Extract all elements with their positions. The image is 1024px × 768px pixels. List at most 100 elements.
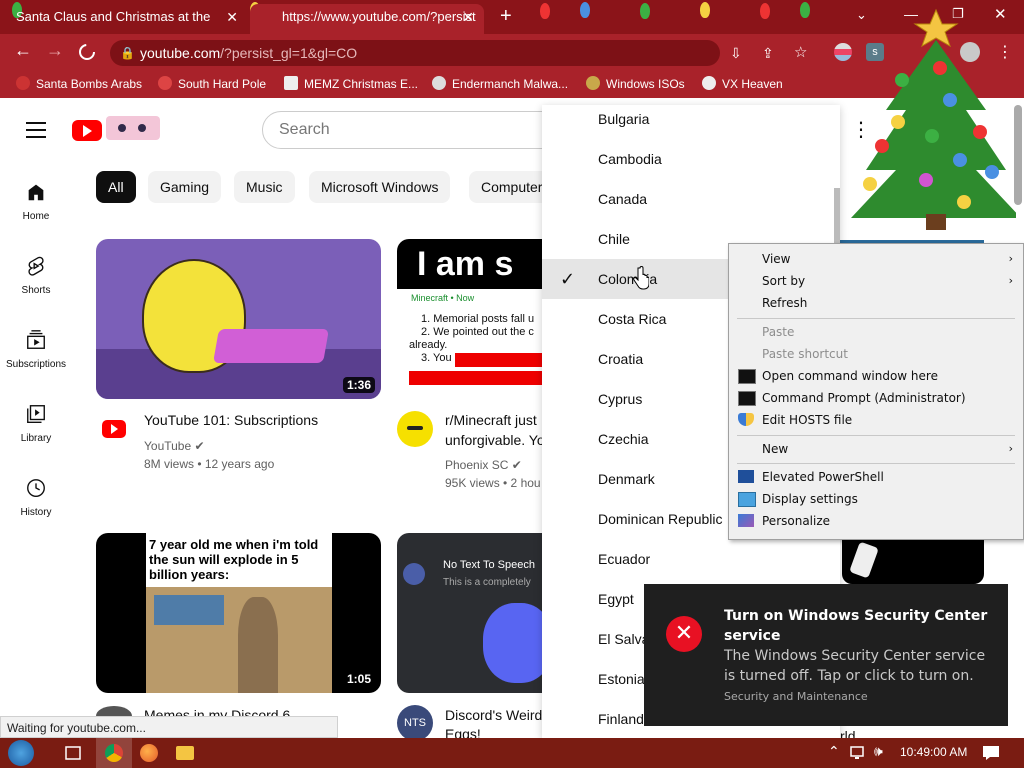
thumbnail-classroom — [146, 587, 332, 693]
channel-name[interactable]: Phoenix SC ✔ — [445, 456, 522, 474]
channel-avatar[interactable] — [102, 420, 126, 438]
menu-item-paste-shortcut[interactable]: Paste shortcut — [729, 343, 1023, 365]
video-thumbnail[interactable]: 1:36 — [96, 239, 381, 399]
youtube-logo-icon[interactable] — [72, 120, 102, 141]
menu-item-label: Command Prompt (Administrator) — [762, 391, 966, 405]
menu-item-elevated-powershell[interactable]: Elevated PowerShell — [729, 466, 1023, 488]
tab-title: https://www.youtube.com/?persist — [282, 9, 476, 24]
bookmark-star-icon[interactable]: ☆ — [794, 40, 807, 66]
desktop-context-menu[interactable]: View › Sort by › Refresh Paste Paste short… — [728, 243, 1024, 540]
cmd-icon — [738, 391, 756, 406]
lock-icon[interactable]: 🔒 — [120, 40, 135, 66]
bookmark-icon — [284, 76, 298, 90]
task-view-icon[interactable] — [58, 742, 88, 764]
chip-microsoft-windows[interactable]: Microsoft Windows — [309, 171, 451, 203]
shorts-icon — [28, 256, 44, 276]
shield-icon — [738, 413, 754, 426]
bookmark-south-hard-pole[interactable]: South Hard Pole — [158, 76, 266, 91]
country-option[interactable]: Ecuador — [542, 539, 840, 579]
show-hidden-icons-icon[interactable]: ⌃ — [828, 743, 840, 760]
url-host: youtube.com — [140, 45, 221, 61]
submenu-arrow-icon: › — [1008, 442, 1013, 455]
menu-item-view[interactable]: View › — [729, 248, 1023, 270]
nav-history[interactable]: History — [0, 477, 72, 518]
menu-item-refresh[interactable]: Refresh — [729, 292, 1023, 314]
menu-item-display-settings[interactable]: Display settings — [729, 488, 1023, 510]
nav-label: Shorts — [21, 285, 51, 296]
chrome-icon — [105, 744, 123, 762]
nav-label: History — [20, 507, 52, 518]
firefox-icon[interactable] — [140, 744, 158, 762]
channel-name[interactable]: YouTube ✔ — [144, 437, 205, 455]
close-tab-icon[interactable]: ✕ — [462, 4, 474, 30]
menu-item-sort-by[interactable]: Sort by › — [729, 270, 1023, 292]
bookmark-windows-isos[interactable]: Windows ISOs — [586, 76, 685, 91]
address-bar[interactable]: 🔒 youtube.com/?persist_gl=1&gl=CO ⇩ ⇪ ☆ — [110, 40, 807, 66]
menu-item-paste[interactable]: Paste — [729, 321, 1023, 343]
menu-item-edit-hosts[interactable]: Edit HOSTS file — [729, 409, 1023, 431]
back-button[interactable]: ← — [14, 40, 32, 61]
taskbar-chrome-active[interactable] — [96, 738, 132, 768]
country-option[interactable]: Cambodia — [542, 139, 840, 179]
channel-avatar[interactable]: NTS — [397, 705, 433, 741]
forward-button[interactable]: → — [46, 40, 64, 61]
file-explorer-icon[interactable] — [176, 746, 194, 760]
menu-item-new[interactable]: New › — [729, 438, 1023, 460]
chip-gaming[interactable]: Gaming — [148, 171, 222, 203]
video-title[interactable]: r/Minecraft just — [445, 410, 537, 430]
video-thumbnail[interactable]: 7 year old me when i'm told the sun will… — [96, 533, 381, 693]
thumbnail-sub: This is a completely — [443, 577, 531, 588]
cmd-icon — [738, 369, 756, 384]
nav-library[interactable]: Library — [0, 403, 72, 444]
share-icon[interactable]: ⇪ — [762, 40, 774, 66]
video-title-line2[interactable]: unforgivable. Yo — [445, 430, 545, 450]
thumbnail-keyboard — [213, 329, 329, 363]
channel-avatar[interactable] — [397, 411, 433, 447]
stop-loading-icon[interactable] — [78, 43, 96, 61]
nav-label: Subscriptions — [5, 359, 67, 370]
start-button-icon[interactable] — [8, 740, 34, 766]
country-option[interactable]: Bulgaria — [542, 105, 840, 139]
video-title[interactable]: Discord's Weird — [445, 705, 542, 725]
menu-item-open-command-window[interactable]: Open command window here — [729, 365, 1023, 387]
video-thumbnail[interactable]: No Text To Speech This is a completely — [397, 533, 543, 693]
nav-shorts[interactable]: Shorts — [0, 255, 72, 296]
search-input[interactable]: Search — [262, 111, 552, 149]
partial-thumbnail[interactable] — [842, 538, 984, 584]
security-notification-toast[interactable]: ✕ Turn on Windows Security Center servic… — [644, 584, 1008, 726]
close-tab-icon[interactable]: ✕ — [226, 4, 238, 30]
action-center-icon[interactable] — [982, 745, 1000, 761]
thumbnail-redbar — [455, 353, 543, 367]
thumbnail-line: 3. You — [421, 352, 452, 364]
submenu-arrow-icon: › — [1008, 252, 1013, 265]
tab-youtube[interactable]: https://www.youtube.com/?persist ✕ — [250, 4, 484, 34]
volume-icon[interactable]: 🕪 — [874, 743, 883, 760]
chip-music[interactable]: Music — [234, 171, 295, 203]
thumbnail-text: 7 year old me when i'm told the sun will… — [149, 537, 319, 582]
menu-item-command-prompt-admin[interactable]: Command Prompt (Administrator) — [729, 387, 1023, 409]
network-icon[interactable] — [850, 745, 868, 761]
video-meta: 95K views • 2 hou — [445, 476, 541, 490]
bookmark-endermanch[interactable]: Endermanch Malwa... — [432, 76, 568, 91]
menu-item-personalize[interactable]: Personalize — [729, 510, 1023, 532]
bookmark-memz[interactable]: MEMZ Christmas E... — [284, 76, 418, 91]
menu-item-label: Paste shortcut — [762, 347, 848, 361]
nav-subscriptions[interactable]: Subscriptions — [0, 329, 72, 370]
hand-cursor-icon — [633, 266, 649, 290]
install-app-icon[interactable]: ⇩ — [730, 40, 742, 66]
bookmark-vx-heaven[interactable]: VX Heaven — [702, 76, 783, 91]
bookmark-santa-bombs[interactable]: Santa Bombs Arabs — [16, 76, 142, 91]
chip-all[interactable]: All — [96, 171, 136, 203]
new-tab-button[interactable]: + — [500, 5, 512, 28]
video-title[interactable]: YouTube 101: Subscriptions — [144, 410, 318, 430]
thumbnail-wumpus — [483, 603, 543, 683]
country-option[interactable]: Canada — [542, 179, 840, 219]
taskbar-clock[interactable]: 10:49:00 AM — [900, 745, 967, 759]
video-thumbnail[interactable]: I am s Minecraft • Now 1. Memorial posts… — [397, 239, 543, 399]
nav-label: Library — [20, 433, 52, 444]
display-icon — [738, 492, 756, 507]
verified-icon: ✔ — [194, 439, 205, 453]
tab-santa[interactable]: Santa Claus and Christmas at the ✕ — [8, 4, 248, 34]
hamburger-menu-icon[interactable] — [26, 122, 46, 138]
nav-home[interactable]: Home — [0, 181, 72, 222]
